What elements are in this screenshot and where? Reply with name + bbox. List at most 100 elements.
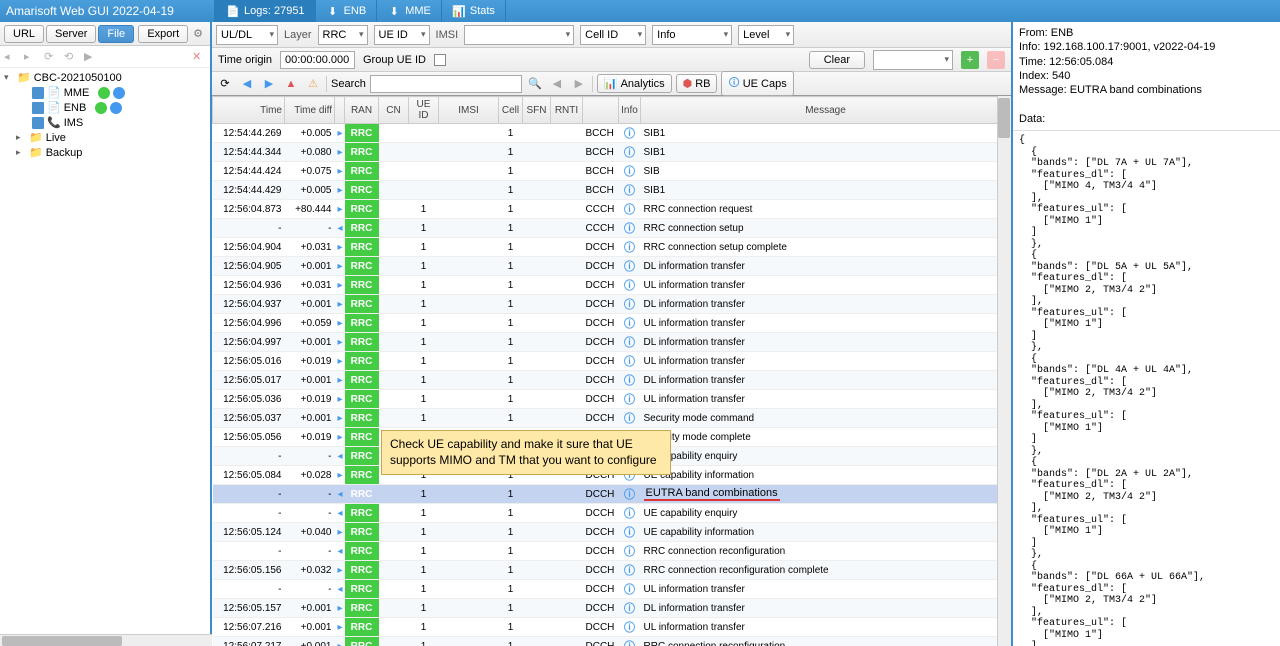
info-icon[interactable]: ⓘ: [624, 318, 635, 330]
info-icon[interactable]: ⓘ: [624, 242, 635, 254]
detail-body[interactable]: { { "bands": ["DL 7A + UL 7A"], "feature…: [1013, 131, 1280, 646]
rb-button[interactable]: ⬢RB: [676, 74, 718, 93]
col-cell[interactable]: Cell: [499, 97, 523, 124]
tree-live[interactable]: ▸📁Live: [2, 130, 208, 145]
table-row[interactable]: 12:56:05.037+0.001▸RRC11DCCHⓘSecurity mo…: [213, 409, 1011, 428]
table-row[interactable]: 12:54:44.344+0.080▸RRC1BCCHⓘSIB1: [213, 143, 1011, 162]
table-row[interactable]: --◂RRC11DCCHⓘUL information transfer: [213, 580, 1011, 599]
level-select[interactable]: Level: [738, 25, 794, 45]
table-row[interactable]: 12:56:05.157+0.001▸RRC11DCCHⓘDL informat…: [213, 599, 1011, 618]
table-row[interactable]: --◂RRC11DCCHⓘEUTRA band combinations: [213, 485, 1011, 504]
table-row[interactable]: 12:54:44.429+0.005▸RRC1BCCHⓘSIB1: [213, 181, 1011, 200]
export-button[interactable]: Export: [138, 25, 188, 43]
back-icon[interactable]: ◀: [238, 75, 256, 93]
info-icon[interactable]: ⓘ: [624, 280, 635, 292]
tree-backup[interactable]: ▸📁Backup: [2, 145, 208, 160]
table-row[interactable]: 12:56:07.217+0.001▸RRC11DCCHⓘRRC connect…: [213, 637, 1011, 646]
col-msg[interactable]: Message: [641, 97, 1011, 124]
info-icon[interactable]: ⓘ: [624, 603, 635, 615]
info-icon[interactable]: ⓘ: [624, 641, 635, 646]
table-row[interactable]: 12:54:44.424+0.075▸RRC1BCCHⓘSIB: [213, 162, 1011, 181]
col-diff[interactable]: Time diff: [285, 97, 335, 124]
ueid-select[interactable]: UE ID: [374, 25, 430, 45]
action-dot-icon[interactable]: [113, 87, 125, 99]
forward-icon[interactable]: ▶: [260, 75, 278, 93]
nav-icon[interactable]: ▸: [24, 50, 38, 64]
url-button[interactable]: URL: [4, 25, 44, 43]
col-time[interactable]: Time: [213, 97, 285, 124]
warning-icon[interactable]: ▲: [282, 75, 300, 93]
close-icon[interactable]: ✕: [192, 50, 206, 64]
uldl-select[interactable]: UL/DL: [216, 25, 278, 45]
layer-select[interactable]: RRC: [318, 25, 368, 45]
col-ran[interactable]: RAN: [345, 97, 379, 124]
info-icon[interactable]: ⓘ: [624, 527, 635, 539]
tree-enb[interactable]: 📄ENB: [2, 100, 208, 115]
clear-button[interactable]: Clear: [809, 51, 865, 69]
play-icon[interactable]: ▶: [84, 50, 98, 64]
analytics-button[interactable]: 📊Analytics: [597, 74, 672, 93]
file-button[interactable]: File: [98, 25, 134, 43]
imsi-select[interactable]: [464, 25, 574, 45]
info-icon[interactable]: ⓘ: [624, 204, 635, 216]
table-row[interactable]: 12:56:04.996+0.059▸RRC11DCCHⓘUL informat…: [213, 314, 1011, 333]
table-row[interactable]: 12:56:04.937+0.001▸RRC11DCCHⓘDL informat…: [213, 295, 1011, 314]
alert-icon[interactable]: ⚠: [304, 75, 322, 93]
tree-root[interactable]: ▾📁CBC-2021050100: [2, 70, 208, 85]
table-row[interactable]: --◂RRC11DCCHⓘUE capability enquiry: [213, 504, 1011, 523]
col-dir[interactable]: [335, 97, 345, 124]
server-button[interactable]: Server: [46, 25, 96, 43]
table-row[interactable]: 12:56:04.905+0.001▸RRC11DCCHⓘDL informat…: [213, 257, 1011, 276]
sidebar-scrollbar[interactable]: [0, 634, 212, 646]
time-origin-input[interactable]: [280, 51, 355, 69]
col-ch[interactable]: [583, 97, 619, 124]
info-icon[interactable]: ⓘ: [624, 128, 635, 140]
info-icon[interactable]: ⓘ: [624, 375, 635, 387]
table-row[interactable]: 12:56:05.017+0.001▸RRC11DCCHⓘDL informat…: [213, 371, 1011, 390]
search-input[interactable]: [370, 75, 522, 93]
info-icon[interactable]: ⓘ: [624, 508, 635, 520]
col-ueid[interactable]: UE ID: [409, 97, 439, 124]
tree-ims[interactable]: 📞IMS: [2, 115, 208, 130]
clear-select[interactable]: [873, 50, 953, 70]
remove-button[interactable]: −: [987, 51, 1005, 69]
table-row[interactable]: 12:56:04.997+0.001▸RRC11DCCHⓘDL informat…: [213, 333, 1011, 352]
table-scrollbar[interactable]: [997, 96, 1011, 646]
info-icon[interactable]: ⓘ: [624, 185, 635, 197]
add-button[interactable]: +: [961, 51, 979, 69]
info-icon[interactable]: ⓘ: [624, 622, 635, 634]
col-imsi[interactable]: IMSI: [439, 97, 499, 124]
refresh-icon[interactable]: ⟳: [216, 75, 234, 93]
info-icon[interactable]: ⓘ: [624, 299, 635, 311]
table-row[interactable]: 12:54:44.269+0.005▸RRC1BCCHⓘSIB1: [213, 124, 1011, 143]
table-row[interactable]: 12:56:05.016+0.019▸RRC11DCCHⓘUL informat…: [213, 352, 1011, 371]
info-icon[interactable]: ⓘ: [624, 223, 635, 235]
next-icon[interactable]: ▶: [570, 75, 588, 93]
tab-enb[interactable]: ⬇ENB: [316, 0, 378, 22]
uecaps-button[interactable]: 🛈UE Caps: [721, 71, 793, 96]
prev-icon[interactable]: ◀: [548, 75, 566, 93]
tab-logs[interactable]: 📄Logs: 27951: [216, 0, 316, 22]
info-icon[interactable]: ⓘ: [624, 261, 635, 273]
group-ueid-checkbox[interactable]: [434, 54, 446, 66]
info-icon[interactable]: ⓘ: [624, 356, 635, 368]
info-icon[interactable]: ⓘ: [624, 565, 635, 577]
table-row[interactable]: --◂RRC11CCCHⓘRRC connection setup: [213, 219, 1011, 238]
cellid-select[interactable]: Cell ID: [580, 25, 646, 45]
settings-icon[interactable]: ⚙: [190, 27, 206, 40]
table-row[interactable]: 12:56:04.936+0.031▸RRC11DCCHⓘUL informat…: [213, 276, 1011, 295]
refresh-icon[interactable]: ⟳: [44, 50, 58, 64]
info-select[interactable]: Info: [652, 25, 732, 45]
info-icon[interactable]: ⓘ: [624, 147, 635, 159]
tree-mme[interactable]: 📄MME: [2, 85, 208, 100]
table-row[interactable]: --◂RRC11DCCHⓘRRC connection reconfigurat…: [213, 542, 1011, 561]
col-cn[interactable]: CN: [379, 97, 409, 124]
info-icon[interactable]: ⓘ: [624, 489, 635, 501]
info-icon[interactable]: ⓘ: [624, 166, 635, 178]
col-rnti[interactable]: RNTI: [551, 97, 583, 124]
col-info[interactable]: Info: [619, 97, 641, 124]
table-row[interactable]: 12:56:05.124+0.040▸RRC11DCCHⓘUE capabili…: [213, 523, 1011, 542]
binoculars-icon[interactable]: 🔍: [526, 75, 544, 93]
info-icon[interactable]: ⓘ: [624, 337, 635, 349]
nav-icon[interactable]: ◂: [4, 50, 18, 64]
